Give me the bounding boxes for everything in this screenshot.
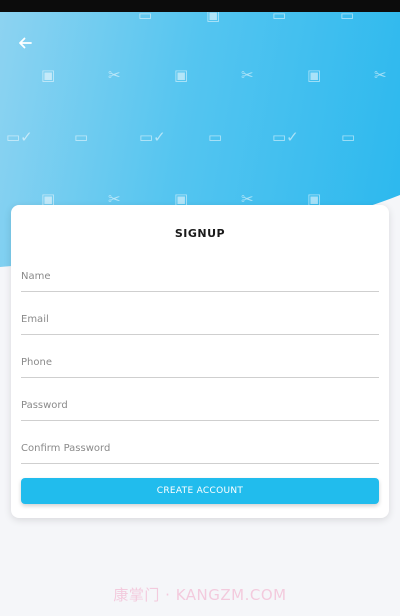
watermark: 康掌门 · KANGZM.COM bbox=[113, 586, 287, 604]
payment-check-icon: ▭✓ bbox=[139, 128, 166, 146]
form-title: SIGNUP bbox=[174, 227, 226, 240]
create-account-button[interactable]: CREATE ACCOUNT bbox=[21, 478, 379, 504]
name-field[interactable] bbox=[21, 265, 379, 292]
credit-card-icon: ▭ bbox=[138, 12, 153, 24]
status-bar bbox=[0, 0, 400, 12]
signup-card: SIGNUP CREATE ACCOUNT bbox=[11, 205, 389, 518]
scissors-icon: ✂ bbox=[241, 66, 254, 84]
credit-card-icon: ▭ bbox=[208, 128, 223, 146]
email-field[interactable] bbox=[21, 308, 379, 335]
cart-icon: ▣ bbox=[174, 66, 189, 84]
scissors-icon: ✂ bbox=[108, 66, 121, 84]
payment-check-icon: ▭✓ bbox=[272, 128, 299, 146]
payment-check-icon: ▭✓ bbox=[6, 128, 33, 146]
back-button[interactable] bbox=[12, 30, 38, 56]
phone-field[interactable] bbox=[21, 351, 379, 378]
credit-card-icon: ▭ bbox=[74, 128, 89, 146]
scissors-icon: ✂ bbox=[374, 66, 387, 84]
password-field[interactable] bbox=[21, 394, 379, 421]
arrow-left-icon bbox=[19, 37, 32, 49]
cart-icon: ▣ bbox=[307, 66, 322, 84]
credit-card-icon: ▭ bbox=[341, 128, 356, 146]
cart-icon: ▣ bbox=[206, 12, 221, 24]
cart-icon: ▣ bbox=[41, 66, 56, 84]
confirm-password-field[interactable] bbox=[21, 437, 379, 464]
payment-check-icon: ▭ bbox=[272, 12, 287, 24]
credit-card-icon: ▭ bbox=[340, 12, 355, 24]
